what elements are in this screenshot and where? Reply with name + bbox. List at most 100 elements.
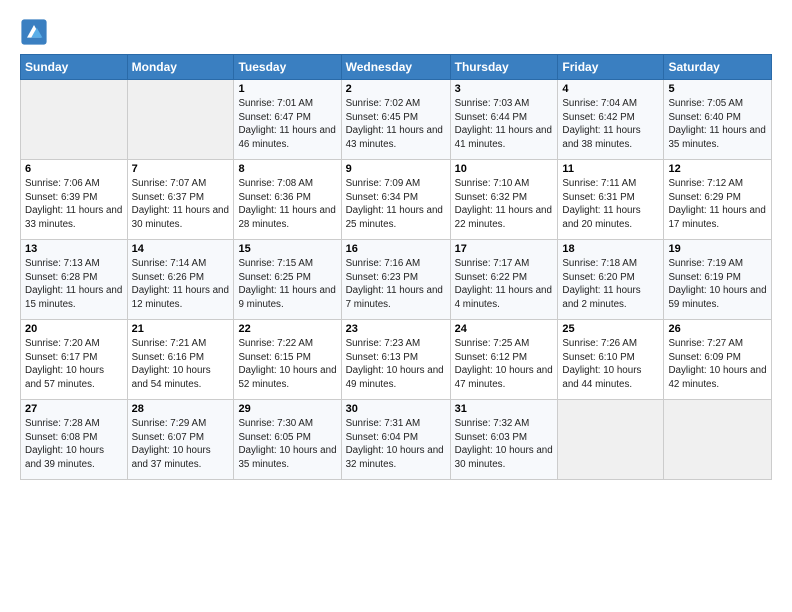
day-info: Sunrise: 7:10 AM Sunset: 6:32 PM Dayligh… <box>455 177 554 232</box>
calendar-cell: 25 Sunrise: 7:26 AM Sunset: 6:10 PM Dayli… <box>558 320 664 400</box>
day-number: 26 <box>668 323 767 335</box>
calendar-cell: 21 Sunrise: 7:21 AM Sunset: 6:16 PM Dayli… <box>127 320 234 400</box>
day-number: 22 <box>238 323 336 335</box>
day-info: Sunrise: 7:01 AM Sunset: 6:47 PM Dayligh… <box>238 97 336 152</box>
logo-icon <box>20 18 48 46</box>
calendar-cell: 17 Sunrise: 7:17 AM Sunset: 6:22 PM Dayli… <box>450 240 558 320</box>
calendar-week-4: 27 Sunrise: 7:28 AM Sunset: 6:08 PM Dayli… <box>21 400 772 480</box>
calendar-cell: 4 Sunrise: 7:04 AM Sunset: 6:42 PM Daylig… <box>558 80 664 160</box>
day-number: 12 <box>668 163 767 175</box>
calendar-cell: 16 Sunrise: 7:16 AM Sunset: 6:23 PM Dayli… <box>341 240 450 320</box>
weekday-tuesday: Tuesday <box>234 55 341 80</box>
calendar-cell: 27 Sunrise: 7:28 AM Sunset: 6:08 PM Dayli… <box>21 400 128 480</box>
calendar-body: 1 Sunrise: 7:01 AM Sunset: 6:47 PM Daylig… <box>21 80 772 480</box>
day-info: Sunrise: 7:26 AM Sunset: 6:10 PM Dayligh… <box>562 337 659 392</box>
calendar-cell: 30 Sunrise: 7:31 AM Sunset: 6:04 PM Dayli… <box>341 400 450 480</box>
calendar-cell: 23Sunrise: 7:23 AM Sunset: 6:13 PM Dayli… <box>341 320 450 400</box>
calendar-cell: 15Sunrise: 7:15 AM Sunset: 6:25 PM Dayli… <box>234 240 341 320</box>
calendar-cell: 10 Sunrise: 7:10 AM Sunset: 6:32 PM Dayli… <box>450 160 558 240</box>
day-number: 11 <box>562 163 659 175</box>
day-info: Sunrise: 7:23 AM Sunset: 6:13 PM Dayligh… <box>346 337 446 392</box>
day-info: Sunrise: 7:07 AM Sunset: 6:37 PM Dayligh… <box>132 177 230 232</box>
day-number: 31 <box>455 403 554 415</box>
day-info: Sunrise: 7:19 AM Sunset: 6:19 PM Dayligh… <box>668 257 767 312</box>
calendar-cell: 2 Sunrise: 7:02 AM Sunset: 6:45 PM Daylig… <box>341 80 450 160</box>
weekday-wednesday: Wednesday <box>341 55 450 80</box>
calendar-cell: 12Sunrise: 7:12 AM Sunset: 6:29 PM Dayli… <box>664 160 772 240</box>
day-number: 16 <box>346 243 446 255</box>
calendar-cell: 13Sunrise: 7:13 AM Sunset: 6:28 PM Dayli… <box>21 240 128 320</box>
page: SundayMondayTuesdayWednesdayThursdayFrid… <box>0 0 792 490</box>
calendar-cell: 8 Sunrise: 7:08 AM Sunset: 6:36 PM Daylig… <box>234 160 341 240</box>
day-number: 28 <box>132 403 230 415</box>
calendar-cell: 20Sunrise: 7:20 AM Sunset: 6:17 PM Dayli… <box>21 320 128 400</box>
calendar-cell: 6 Sunrise: 7:06 AM Sunset: 6:39 PM Daylig… <box>21 160 128 240</box>
calendar-cell: 29 Sunrise: 7:30 AM Sunset: 6:05 PM Dayli… <box>234 400 341 480</box>
calendar-cell: 5 Sunrise: 7:05 AM Sunset: 6:40 PM Daylig… <box>664 80 772 160</box>
day-number: 6 <box>25 163 123 175</box>
day-info: Sunrise: 7:03 AM Sunset: 6:44 PM Dayligh… <box>455 97 554 152</box>
calendar-cell: 7 Sunrise: 7:07 AM Sunset: 6:37 PM Daylig… <box>127 160 234 240</box>
day-info: Sunrise: 7:21 AM Sunset: 6:16 PM Dayligh… <box>132 337 230 392</box>
day-info: Sunrise: 7:32 AM Sunset: 6:03 PM Dayligh… <box>455 417 554 472</box>
day-number: 18 <box>562 243 659 255</box>
day-info: Sunrise: 7:04 AM Sunset: 6:42 PM Dayligh… <box>562 97 659 152</box>
day-number: 5 <box>668 83 767 95</box>
day-number: 25 <box>562 323 659 335</box>
day-number: 7 <box>132 163 230 175</box>
day-number: 30 <box>346 403 446 415</box>
calendar-table: SundayMondayTuesdayWednesdayThursdayFrid… <box>20 54 772 480</box>
day-info: Sunrise: 7:02 AM Sunset: 6:45 PM Dayligh… <box>346 97 446 152</box>
calendar-cell: 14 Sunrise: 7:14 AM Sunset: 6:26 PM Dayli… <box>127 240 234 320</box>
calendar-cell <box>664 400 772 480</box>
weekday-header-row: SundayMondayTuesdayWednesdayThursdayFrid… <box>21 55 772 80</box>
calendar-cell: 11Sunrise: 7:11 AM Sunset: 6:31 PM Dayli… <box>558 160 664 240</box>
day-number: 10 <box>455 163 554 175</box>
day-info: Sunrise: 7:17 AM Sunset: 6:22 PM Dayligh… <box>455 257 554 312</box>
day-number: 1 <box>238 83 336 95</box>
day-info: Sunrise: 7:22 AM Sunset: 6:15 PM Dayligh… <box>238 337 336 392</box>
day-info: Sunrise: 7:27 AM Sunset: 6:09 PM Dayligh… <box>668 337 767 392</box>
calendar-cell: 3 Sunrise: 7:03 AM Sunset: 6:44 PM Daylig… <box>450 80 558 160</box>
day-number: 29 <box>238 403 336 415</box>
calendar-week-3: 20Sunrise: 7:20 AM Sunset: 6:17 PM Dayli… <box>21 320 772 400</box>
calendar-cell: 9Sunrise: 7:09 AM Sunset: 6:34 PM Daylig… <box>341 160 450 240</box>
day-number: 19 <box>668 243 767 255</box>
calendar-week-2: 13Sunrise: 7:13 AM Sunset: 6:28 PM Dayli… <box>21 240 772 320</box>
day-info: Sunrise: 7:28 AM Sunset: 6:08 PM Dayligh… <box>25 417 123 472</box>
day-info: Sunrise: 7:15 AM Sunset: 6:25 PM Dayligh… <box>238 257 336 312</box>
day-info: Sunrise: 7:31 AM Sunset: 6:04 PM Dayligh… <box>346 417 446 472</box>
day-info: Sunrise: 7:08 AM Sunset: 6:36 PM Dayligh… <box>238 177 336 232</box>
day-info: Sunrise: 7:14 AM Sunset: 6:26 PM Dayligh… <box>132 257 230 312</box>
weekday-monday: Monday <box>127 55 234 80</box>
day-number: 17 <box>455 243 554 255</box>
day-info: Sunrise: 7:25 AM Sunset: 6:12 PM Dayligh… <box>455 337 554 392</box>
header <box>20 18 772 46</box>
day-number: 3 <box>455 83 554 95</box>
weekday-sunday: Sunday <box>21 55 128 80</box>
calendar-cell <box>127 80 234 160</box>
calendar-cell <box>558 400 664 480</box>
day-info: Sunrise: 7:13 AM Sunset: 6:28 PM Dayligh… <box>25 257 123 312</box>
day-info: Sunrise: 7:05 AM Sunset: 6:40 PM Dayligh… <box>668 97 767 152</box>
calendar-cell: 1 Sunrise: 7:01 AM Sunset: 6:47 PM Daylig… <box>234 80 341 160</box>
logo <box>20 18 50 46</box>
day-info: Sunrise: 7:06 AM Sunset: 6:39 PM Dayligh… <box>25 177 123 232</box>
day-info: Sunrise: 7:16 AM Sunset: 6:23 PM Dayligh… <box>346 257 446 312</box>
weekday-saturday: Saturday <box>664 55 772 80</box>
calendar-cell: 19 Sunrise: 7:19 AM Sunset: 6:19 PM Dayli… <box>664 240 772 320</box>
day-number: 4 <box>562 83 659 95</box>
day-number: 14 <box>132 243 230 255</box>
calendar-cell: 31 Sunrise: 7:32 AM Sunset: 6:03 PM Dayli… <box>450 400 558 480</box>
day-number: 2 <box>346 83 446 95</box>
calendar-cell: 26 Sunrise: 7:27 AM Sunset: 6:09 PM Dayli… <box>664 320 772 400</box>
day-number: 27 <box>25 403 123 415</box>
day-number: 24 <box>455 323 554 335</box>
day-number: 8 <box>238 163 336 175</box>
weekday-thursday: Thursday <box>450 55 558 80</box>
day-info: Sunrise: 7:29 AM Sunset: 6:07 PM Dayligh… <box>132 417 230 472</box>
day-info: Sunrise: 7:20 AM Sunset: 6:17 PM Dayligh… <box>25 337 123 392</box>
day-info: Sunrise: 7:30 AM Sunset: 6:05 PM Dayligh… <box>238 417 336 472</box>
day-number: 21 <box>132 323 230 335</box>
day-info: Sunrise: 7:18 AM Sunset: 6:20 PM Dayligh… <box>562 257 659 312</box>
